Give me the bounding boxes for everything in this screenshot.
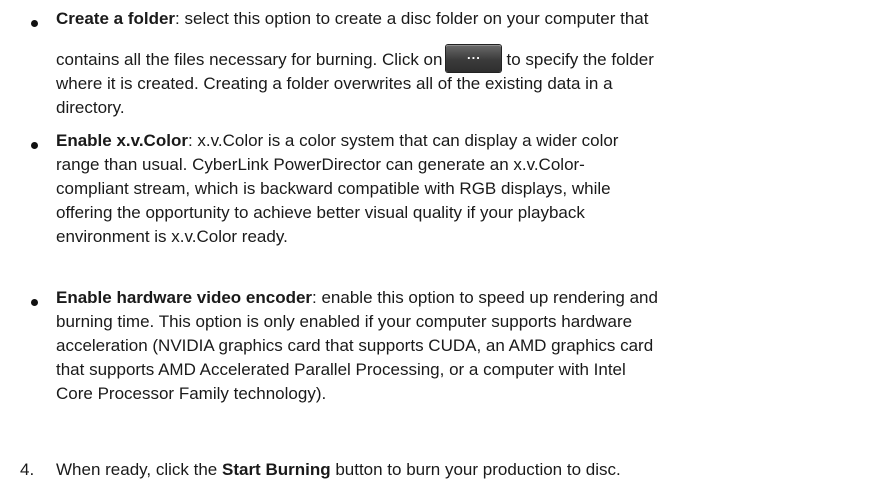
start-burning-label: Start Burning (221, 460, 331, 479)
bullet-text: Create a folder: select this option to c… (56, 9, 654, 117)
step-number: 4. (20, 460, 35, 479)
option-term: Create a folder (56, 9, 176, 28)
bullet-dot (31, 299, 38, 306)
option-term: Enable hardware video encoder (56, 288, 313, 307)
bullet-text: Enable x.v.Color: x.v.Color is a color s… (56, 131, 619, 246)
bullet-text: Enable hardware video encoder: enable th… (56, 288, 658, 403)
bullet-dot (31, 20, 38, 27)
option-term: Enable x.v.Color (56, 131, 188, 150)
step-4: 4. When ready, click the Start Burning bu… (20, 458, 621, 482)
browse-folder-button[interactable]: ... (446, 45, 502, 72)
bullet-dot (31, 142, 38, 149)
